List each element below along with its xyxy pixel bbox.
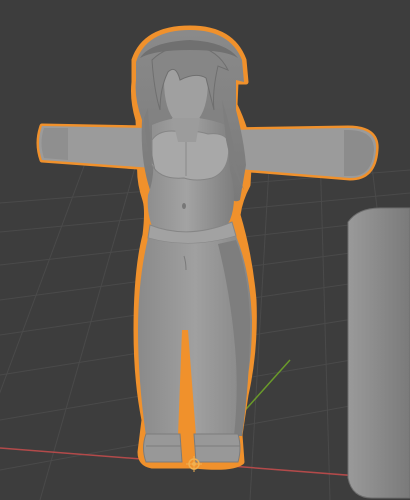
viewport-canvas[interactable] xyxy=(0,0,410,500)
right-cuff xyxy=(193,433,241,463)
3d-viewport[interactable] xyxy=(0,0,410,500)
navel xyxy=(182,203,186,209)
board-mesh[interactable] xyxy=(347,207,410,499)
left-cuff xyxy=(143,433,183,463)
left-sleeve-cuff xyxy=(41,128,68,160)
character-mesh[interactable] xyxy=(36,25,379,470)
